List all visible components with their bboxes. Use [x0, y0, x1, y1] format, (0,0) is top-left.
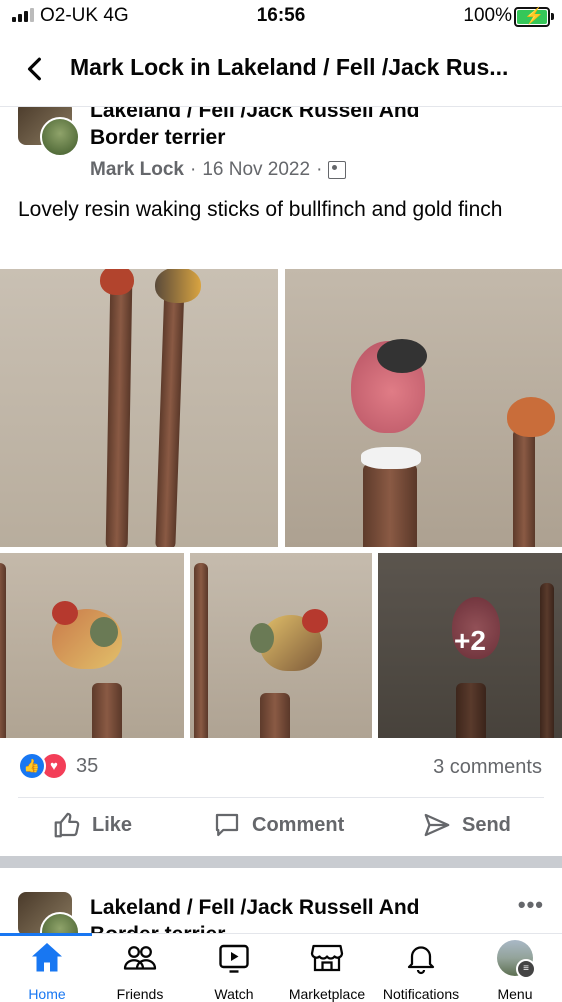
watch-video-icon — [219, 944, 249, 973]
more-options-icon[interactable]: ••• — [518, 892, 544, 918]
comments-count-link[interactable]: 3 comments — [433, 756, 542, 779]
group-name-link[interactable]: Lakeland / Fell /Jack Russell And Border… — [90, 107, 520, 151]
bottom-tab-bar: Home Friends Watch Marketplace Notificat… — [0, 933, 562, 1002]
battery-charging-icon: ⚡ — [514, 7, 554, 27]
post-photo-2[interactable] — [285, 269, 562, 547]
marketplace-store-icon — [310, 944, 344, 972]
group-audience-icon — [328, 161, 347, 179]
page-title: Mark Lock in Lakeland / Fell /Jack Rus..… — [70, 54, 509, 80]
back-chevron-icon[interactable] — [22, 56, 48, 82]
send-button[interactable]: Send — [422, 810, 511, 840]
like-button[interactable]: Like — [52, 810, 132, 840]
page-header: Mark Lock in Lakeland / Fell /Jack Rus..… — [0, 34, 562, 107]
group-name-link[interactable]: Lakeland / Fell /Jack Russell And Border… — [90, 894, 520, 934]
post-text: Lovely resin waking sticks of bullfinch … — [18, 198, 503, 221]
comment-bubble-icon — [215, 813, 239, 837]
comment-button[interactable]: Comment — [212, 810, 344, 840]
menu-hamburger-icon: ≡ — [516, 959, 536, 979]
tab-notifications[interactable]: Notifications — [374, 940, 468, 1002]
tab-marketplace[interactable]: Marketplace — [280, 940, 374, 1002]
like-reaction-icon: 👍 — [18, 752, 46, 780]
active-tab-indicator — [0, 933, 92, 936]
friends-icon — [123, 946, 157, 970]
tab-menu[interactable]: ≡ Menu — [468, 940, 562, 1002]
battery-percent: 100% — [463, 5, 512, 26]
send-arrow-icon — [424, 813, 450, 837]
divider — [18, 797, 544, 798]
post-actions: Like Comment Send — [0, 800, 562, 856]
post-photo-3[interactable] — [0, 553, 184, 738]
reaction-summary[interactable]: 👍 ♥ 35 — [18, 752, 98, 780]
next-post-header: Lakeland / Fell /Jack Russell And Border… — [0, 868, 562, 934]
post-photo-4[interactable] — [190, 553, 372, 738]
reaction-count: 35 — [76, 754, 99, 777]
tab-friends[interactable]: Friends — [93, 940, 187, 1002]
status-bar: O2-UK 4G 16:56 100% ⚡ — [0, 0, 562, 34]
tab-home[interactable]: Home — [0, 940, 94, 1002]
author-name-link[interactable]: Mark Lock — [90, 159, 184, 181]
post-header: Lakeland / Fell /Jack Russell And Border… — [0, 107, 562, 187]
thumbs-up-icon — [54, 812, 80, 838]
bell-icon — [407, 946, 435, 975]
post-meta: Mark Lock · 16 Nov 2022 · — [90, 159, 347, 181]
post-date[interactable]: 16 Nov 2022 — [202, 159, 310, 181]
profile-avatar: ≡ — [497, 940, 536, 979]
post-photo-more[interactable]: +2 — [378, 553, 562, 738]
home-icon — [32, 943, 62, 972]
feed-separator — [0, 856, 562, 868]
author-avatar[interactable] — [40, 117, 80, 157]
tab-watch[interactable]: Watch — [187, 940, 281, 1002]
post-photo-1[interactable] — [0, 269, 278, 547]
more-photos-count: +2 — [454, 625, 486, 656]
